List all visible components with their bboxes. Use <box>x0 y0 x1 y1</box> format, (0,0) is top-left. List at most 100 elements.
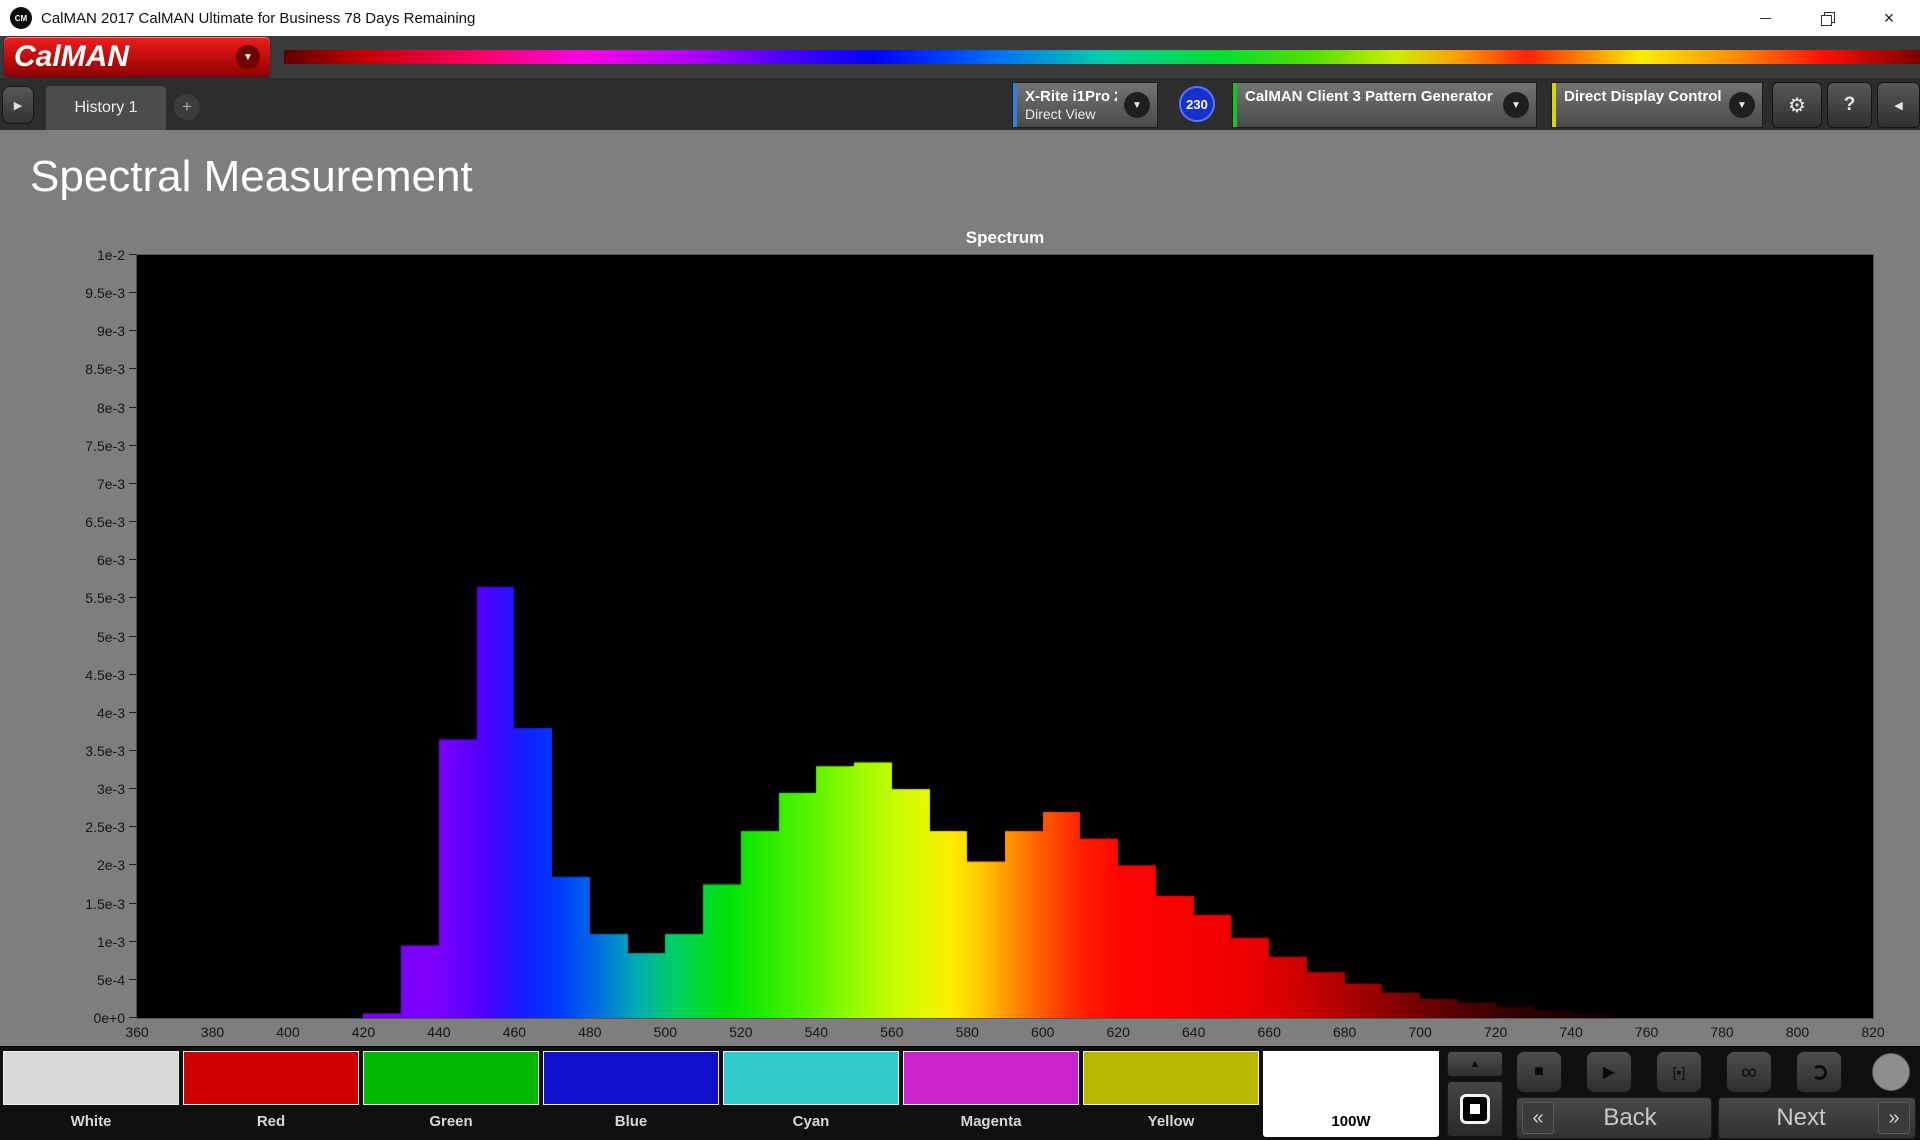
loop-icon <box>1812 1065 1827 1080</box>
meter-name: X-Rite i1Pro 2 <box>1025 88 1109 105</box>
minimize-icon <box>1760 18 1771 19</box>
bottom-toolbar: White Red Green Blue Cyan Magenta Yellow… <box>0 1046 1920 1140</box>
y-axis-tick-label: 6.5e-3 <box>85 513 125 531</box>
x-axis-tick-label: 700 <box>1408 1024 1431 1040</box>
pattern-label: 100W <box>1263 1105 1439 1137</box>
pattern-button-magenta[interactable]: Magenta <box>903 1051 1079 1137</box>
x-axis-tick-label: 640 <box>1182 1024 1205 1040</box>
y-axis-tick-mark <box>129 864 136 865</box>
y-axis-tick-mark <box>129 597 136 598</box>
x-axis-tick-label: 520 <box>729 1024 752 1040</box>
pattern-button-green[interactable]: Green <box>363 1051 539 1137</box>
x-axis-tick-label: 360 <box>125 1024 148 1040</box>
pattern-swatch <box>363 1051 539 1105</box>
pattern-source-dropdown[interactable]: CalMAN Client 3 Pattern Generator ▼ <box>1232 82 1537 128</box>
y-axis-tick-mark <box>129 636 136 637</box>
tab-history-1[interactable]: History 1 <box>46 86 166 130</box>
source-name: CalMAN Client 3 Pattern Generator <box>1245 88 1488 105</box>
calman-logo: CalMAN <box>14 40 129 74</box>
next-button[interactable]: Next » <box>1718 1097 1916 1139</box>
settings-button[interactable]: ⚙ <box>1772 82 1822 128</box>
y-axis-tick-label: 2.5e-3 <box>85 818 125 836</box>
x-axis-tick-label: 600 <box>1031 1024 1054 1040</box>
pattern-swatch <box>1083 1051 1259 1105</box>
y-axis-tick-mark <box>129 292 136 293</box>
pattern-button-red[interactable]: Red <box>183 1051 359 1137</box>
pattern-button-100w[interactable]: 100W <box>1263 1051 1439 1137</box>
display-name: Direct Display Control <box>1564 88 1714 105</box>
y-axis-tick-label: 1e-3 <box>97 933 125 951</box>
continuous-measure-button[interactable]: ∞ <box>1726 1051 1772 1093</box>
play-button[interactable]: ▶ <box>1586 1051 1632 1093</box>
x-axis-tick-label: 380 <box>201 1024 224 1040</box>
y-axis-tick-mark <box>129 521 136 522</box>
panel-expander-button[interactable]: ▶ <box>2 86 34 124</box>
single-measure-icon: [▪] <box>1673 1064 1686 1080</box>
restore-button[interactable] <box>1796 0 1858 36</box>
minimize-button[interactable] <box>1734 0 1796 36</box>
back-button[interactable]: « Back <box>1516 1097 1712 1139</box>
chevrons-right-icon: » <box>1878 1102 1910 1134</box>
x-axis-tick-label: 500 <box>654 1024 677 1040</box>
pattern-label: Cyan <box>723 1105 899 1137</box>
chevron-down-icon: ▼ <box>1729 92 1755 118</box>
stop-icon: ■ <box>1534 1063 1544 1081</box>
display-labels: Direct Display Control <box>1556 83 1722 127</box>
x-axis-tick-label: 680 <box>1333 1024 1356 1040</box>
y-axis-tick-label: 2e-3 <box>97 856 125 874</box>
pattern-swatch <box>543 1051 719 1105</box>
y-axis-tick-mark <box>129 712 136 713</box>
chevron-down-icon: ▼ <box>1124 92 1150 118</box>
pattern-label: Magenta <box>903 1105 1079 1137</box>
back-label: Back <box>1554 1104 1706 1132</box>
pattern-button-white[interactable]: White <box>3 1051 179 1137</box>
y-axis-tick-mark <box>129 788 136 789</box>
x-axis-tick-label: 800 <box>1786 1024 1809 1040</box>
chevron-down-icon: ▼ <box>1503 92 1529 118</box>
y-axis-tick-label: 6e-3 <box>97 551 125 569</box>
y-axis-tick-label: 4e-3 <box>97 704 125 722</box>
pattern-label: Yellow <box>1083 1105 1259 1137</box>
spectrum-canvas <box>137 255 1873 1018</box>
window-pattern-icon <box>1460 1094 1490 1124</box>
gear-icon: ⚙ <box>1788 93 1806 118</box>
pattern-button-yellow[interactable]: Yellow <box>1083 1051 1259 1137</box>
display-control-dropdown[interactable]: Direct Display Control ▼ <box>1551 82 1763 128</box>
stop-button[interactable]: ■ <box>1516 1051 1562 1093</box>
y-axis-tick-label: 8.5e-3 <box>85 360 125 378</box>
pattern-swatch <box>723 1051 899 1105</box>
pattern-swatch <box>903 1051 1079 1105</box>
pattern-scroll-up-button[interactable]: ▲ <box>1447 1051 1503 1077</box>
pattern-label: White <box>3 1105 179 1137</box>
pattern-button-cyan[interactable]: Cyan <box>723 1051 899 1137</box>
status-indicator <box>1872 1053 1910 1091</box>
add-tab-button[interactable]: + <box>174 94 200 120</box>
pattern-window-button[interactable] <box>1447 1081 1503 1137</box>
pattern-button-blue[interactable]: Blue <box>543 1051 719 1137</box>
loop-button[interactable] <box>1796 1051 1842 1093</box>
calman-menu-button[interactable]: CalMAN ▼ <box>4 37 270 77</box>
infinity-icon: ∞ <box>1741 1059 1757 1085</box>
x-axis-tick-label: 440 <box>427 1024 450 1040</box>
close-button[interactable]: × <box>1858 0 1920 36</box>
x-axis-tick-label: 740 <box>1559 1024 1582 1040</box>
pattern-label: Red <box>183 1105 359 1137</box>
y-axis-tick-mark <box>129 483 136 484</box>
y-axis-tick-mark <box>129 330 136 331</box>
help-button[interactable]: ? <box>1827 82 1872 128</box>
panel-collapse-button[interactable]: ◀ <box>1877 82 1920 128</box>
chevron-down-icon: ▼ <box>236 45 260 69</box>
x-axis-tick-label: 660 <box>1257 1024 1280 1040</box>
single-measure-button[interactable]: [▪] <box>1656 1051 1702 1093</box>
y-axis-tick-mark <box>129 368 136 369</box>
help-icon: ? <box>1844 94 1856 116</box>
x-axis-tick-label: 480 <box>578 1024 601 1040</box>
x-axis-tick-label: 560 <box>880 1024 903 1040</box>
meter-dropdown[interactable]: X-Rite i1Pro 2 Direct View ▼ <box>1012 82 1158 128</box>
pattern-swatch <box>183 1051 359 1105</box>
window-controls: × <box>1734 0 1920 36</box>
pattern-label: Green <box>363 1105 539 1137</box>
y-axis-tick-label: 9.5e-3 <box>85 284 125 302</box>
y-axis-tick-label: 1.5e-3 <box>85 895 125 913</box>
main-content: Spectral Measurement Spectrum 0e+05e-41e… <box>0 130 1920 1046</box>
